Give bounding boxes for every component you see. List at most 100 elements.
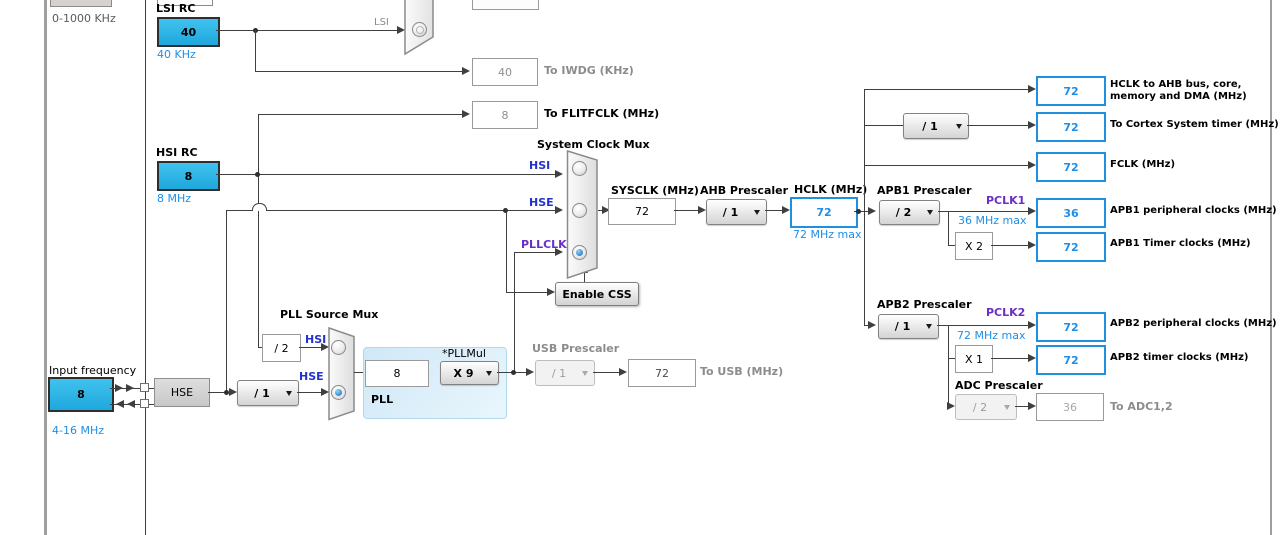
ahb-bus-value: 72: [1063, 84, 1079, 98]
pllmul-dropdown[interactable]: X 9: [440, 361, 499, 385]
pll-source-mux-shape: [328, 326, 355, 421]
pclk1-label: PCLK1: [986, 194, 1026, 207]
hse-prescaler-dropdown[interactable]: / 1: [237, 380, 299, 406]
usb-prescaler-value: / 1: [551, 366, 567, 380]
arrowhead: [555, 248, 563, 256]
connector-line: [967, 125, 1028, 126]
panel-left-border: [44, 0, 47, 535]
cortex-timer-value: 72: [1063, 120, 1079, 134]
arrowhead: [526, 368, 534, 376]
lsi-rc-value: 40: [180, 25, 197, 39]
sysclk-label: SYSCLK (MHz): [611, 184, 699, 197]
connector-line: [255, 71, 462, 72]
adc-prescaler-label: ADC Prescaler: [955, 379, 1043, 392]
arrowhead: [547, 288, 555, 296]
pclk2-label: PCLK2: [986, 306, 1026, 319]
connector-line: [1015, 406, 1028, 407]
arrowhead: [868, 207, 876, 215]
connector-line: [258, 114, 259, 204]
radio-sysmux-pllclk[interactable]: [572, 245, 587, 260]
connector-line: [265, 210, 555, 211]
connector-line: [948, 245, 955, 246]
radio-sysmux-hse[interactable]: [572, 203, 587, 218]
pll-title: PLL: [371, 393, 394, 406]
apb2-max-label: 72 MHz max: [957, 329, 1026, 342]
to-flitf-label: To FLITFCLK (MHz): [544, 107, 660, 120]
apb1-multiplier-value: X 2: [964, 239, 984, 253]
fclk-value-box: 72: [1036, 152, 1106, 182]
enable-css-label: Enable CSS: [562, 287, 632, 301]
radio-sysmux-hsi[interactable]: [572, 161, 587, 176]
apb2-periph-value-box: 72: [1036, 312, 1106, 342]
connector-line: [216, 174, 555, 175]
junction-dot: [255, 172, 260, 177]
connection-handle[interactable]: [140, 399, 149, 408]
arrowhead: [229, 388, 237, 396]
junction-dot: [856, 209, 861, 214]
apb1-timer-value: 72: [1063, 240, 1079, 254]
hclk-max-label: 72 MHz max: [793, 228, 862, 241]
connector-line: [255, 30, 256, 71]
radio-pllmux-hsi[interactable]: [331, 340, 346, 355]
dropdown-caret-icon: [956, 123, 962, 129]
ahb-bus-label-line1: HCLK to AHB bus, core,: [1110, 79, 1242, 90]
lsi-freq-label: 40 KHz: [157, 48, 196, 61]
radio-rtc-mux-lsi[interactable]: [412, 22, 427, 37]
clock-configuration-canvas: 0-1000 KHz LSI RC 40 40 KHz LSI 40 To IW…: [0, 0, 1280, 535]
input-frequency-title: Input frequency: [49, 364, 137, 377]
line-hop: [252, 203, 267, 211]
connector-line: [297, 392, 321, 393]
arrowhead: [462, 67, 470, 75]
sysclk-value-box: 72: [608, 198, 676, 225]
lsi-rc-title: LSI RC: [156, 2, 196, 15]
connection-handle[interactable]: [140, 383, 149, 392]
apb1-prescaler-dropdown[interactable]: / 2: [879, 200, 940, 225]
partial-box-top-left: [50, 0, 112, 7]
hsi-rc-title: HSI RC: [156, 146, 198, 159]
adc-value: 36: [1063, 400, 1077, 414]
apb1-multiplier-box: X 2: [955, 232, 993, 260]
hse-osc-label: HSE: [170, 386, 194, 399]
dropdown-caret-icon: [926, 324, 932, 329]
apb2-periph-value: 72: [1063, 320, 1079, 334]
apb2-multiplier-box: X 1: [955, 345, 993, 373]
apb2-multiplier-value: X 1: [964, 352, 984, 366]
connector-line: [226, 210, 227, 392]
ahb-bus-label-line2: memory and DMA (MHz): [1110, 91, 1247, 102]
arrowhead: [555, 206, 563, 214]
input-frequency-box[interactable]: 8: [48, 377, 114, 412]
apb2-prescaler-dropdown[interactable]: / 1: [878, 314, 939, 339]
apb1-prescaler-value: / 2: [895, 206, 912, 219]
ahb-prescaler-label: AHB Prescaler: [700, 184, 789, 197]
apb2-timer-label: APB2 timer clocks (MHz): [1110, 352, 1249, 363]
to-iwdg-label: To IWDG (KHz): [544, 64, 634, 77]
apb1-prescaler-label: APB1 Prescaler: [877, 184, 972, 197]
ahb-bus-value-box: 72: [1036, 76, 1106, 106]
panel-right-border: [1270, 0, 1272, 535]
arrowhead-left: [116, 400, 124, 408]
pllmul-value: X 9: [453, 366, 474, 380]
cortex-prescaler-value: / 1: [922, 119, 938, 133]
partial-box-above-mux: [472, 0, 539, 10]
radio-pllmux-hse[interactable]: [331, 385, 346, 400]
connector-line: [593, 372, 619, 373]
ahb-prescaler-dropdown[interactable]: / 1: [706, 199, 767, 225]
adc-label: To ADC1,2: [1110, 400, 1173, 413]
arrowhead: [1028, 354, 1036, 362]
hclk-value: 72: [816, 206, 832, 219]
to-iwdg-value: 40: [498, 65, 512, 79]
pll-mux-hsi-label: HSI: [305, 333, 327, 346]
connector-line: [937, 325, 1028, 326]
dropdown-caret-icon: [1004, 404, 1010, 410]
apb2-periph-label: APB2 peripheral clocks (MHz): [1110, 318, 1277, 329]
arrowhead: [868, 321, 876, 329]
apb1-periph-value: 36: [1063, 206, 1079, 220]
connector-line: [864, 125, 903, 126]
usb-value-box: 72: [628, 359, 696, 387]
connector-line: [299, 347, 321, 348]
enable-css-button[interactable]: Enable CSS: [555, 282, 639, 306]
arrowhead: [782, 206, 790, 214]
hsi-rc-value: 8: [184, 169, 193, 183]
lse-vertical-line: [145, 0, 146, 535]
cortex-prescaler-dropdown[interactable]: / 1: [903, 113, 969, 139]
